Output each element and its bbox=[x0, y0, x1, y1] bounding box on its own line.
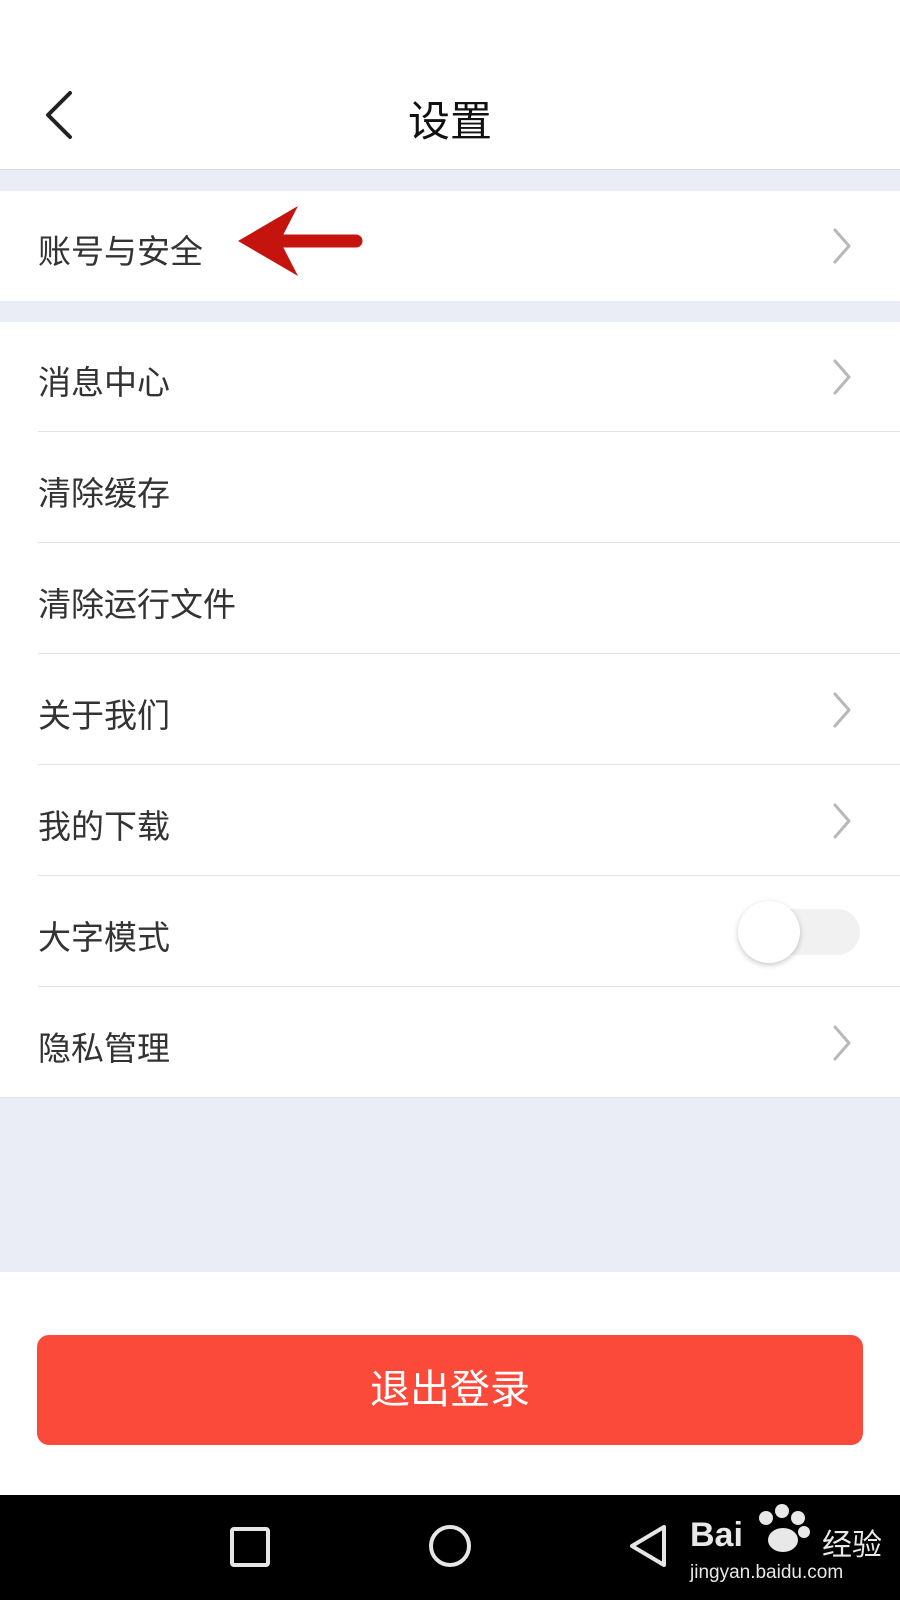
settings-item-clear-cache[interactable]: 清除缓存 bbox=[0, 433, 900, 543]
row-divider bbox=[38, 764, 900, 765]
row-divider bbox=[38, 986, 900, 987]
settings-item-label: 账号与安全 bbox=[38, 232, 203, 271]
settings-item-label: 我的下载 bbox=[38, 807, 170, 846]
section-gap bbox=[0, 170, 900, 191]
row-divider bbox=[38, 431, 900, 432]
row-divider bbox=[38, 653, 900, 654]
settings-item-my-downloads[interactable]: 我的下载 bbox=[0, 766, 900, 876]
settings-item-about-us[interactable]: 关于我们 bbox=[0, 655, 900, 765]
settings-item-label: 隐私管理 bbox=[38, 1029, 170, 1068]
watermark-brand: Bai bbox=[690, 1516, 743, 1554]
settings-item-label: 清除运行文件 bbox=[38, 585, 236, 624]
settings-item-label: 消息中心 bbox=[38, 363, 170, 402]
row-divider bbox=[38, 542, 900, 543]
toggle-knob bbox=[738, 901, 800, 963]
settings-item-label: 清除缓存 bbox=[38, 474, 170, 513]
settings-item-message-center[interactable]: 消息中心 bbox=[0, 322, 900, 432]
logout-button[interactable]: 退出登录 bbox=[37, 1335, 863, 1445]
page-title: 设置 bbox=[407, 97, 492, 146]
recent-apps-icon[interactable] bbox=[228, 1525, 272, 1569]
chevron-right-icon bbox=[833, 803, 851, 839]
app-header: 设置 bbox=[0, 0, 900, 170]
red-arrow-icon bbox=[238, 206, 363, 276]
back-icon[interactable] bbox=[626, 1523, 672, 1569]
watermark-suffix: 经验 bbox=[822, 1528, 882, 1563]
chevron-right-icon bbox=[833, 1025, 851, 1061]
section-gap bbox=[0, 301, 900, 322]
watermark-url: jingyan.baidu.com bbox=[690, 1562, 844, 1583]
settings-item-privacy-management[interactable]: 隐私管理 bbox=[0, 988, 900, 1098]
settings-item-label: 关于我们 bbox=[38, 696, 170, 735]
settings-item-account-security[interactable]: 账号与安全 bbox=[0, 191, 900, 301]
paw-icon bbox=[759, 1504, 810, 1552]
settings-item-label: 大字模式 bbox=[38, 918, 170, 957]
large-font-toggle[interactable] bbox=[738, 899, 862, 965]
settings-item-clear-run-files[interactable]: 清除运行文件 bbox=[0, 544, 900, 654]
settings-item-large-font-mode: 大字模式 bbox=[0, 877, 900, 987]
chevron-right-icon bbox=[833, 228, 851, 264]
chevron-right-icon bbox=[833, 692, 851, 728]
content-filler bbox=[0, 1098, 900, 1272]
chevron-right-icon bbox=[833, 359, 851, 395]
row-divider bbox=[38, 875, 900, 876]
baidu-jingyan-watermark: Bai 经验 jingyan.baidu.com bbox=[690, 1502, 890, 1592]
home-icon[interactable] bbox=[427, 1523, 473, 1569]
